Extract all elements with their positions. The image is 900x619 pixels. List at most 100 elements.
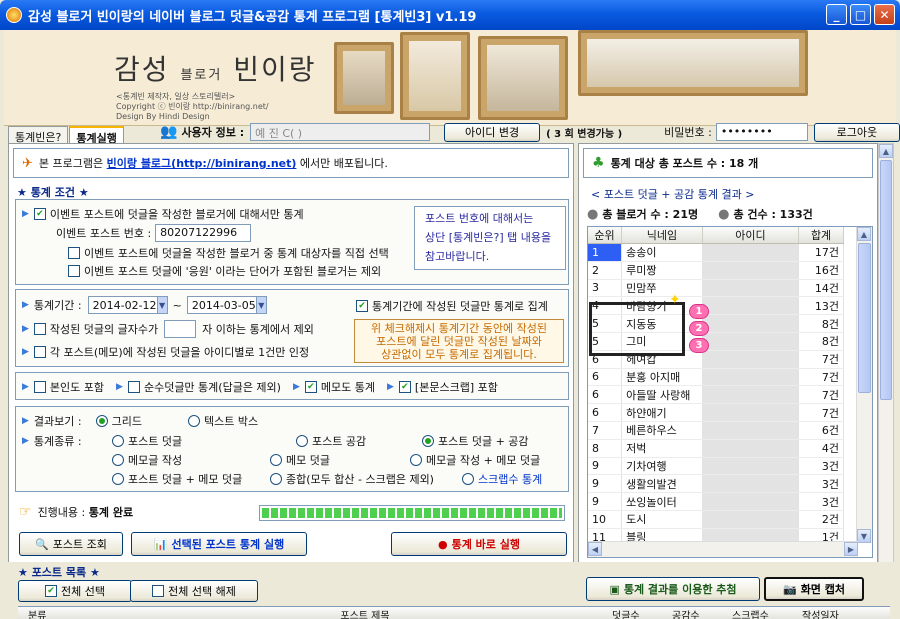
table-row[interactable]: 9 생활의발견 3건 [588, 474, 844, 494]
scroll-down-icon[interactable]: ▼ [857, 529, 871, 543]
main-vscroll[interactable]: ▲ [878, 143, 894, 603]
badge-2: 2 [689, 321, 709, 336]
nickname-cell: 생활의발견 [621, 474, 703, 494]
result-grid[interactable]: 순위 닉네임 아이디 합계 1 송송이 17건 2 루미짱 16건 3 민맘쭈 14건 4 바람향기… [587, 226, 873, 558]
scroll-up-icon[interactable]: ▲ [879, 144, 893, 158]
min-chars-input[interactable] [164, 320, 197, 338]
scroll-left-icon[interactable]: ◀ [588, 542, 602, 556]
type-post-memo-comment-radio[interactable] [112, 473, 124, 485]
table-row[interactable]: 9 기차여행 3건 [588, 457, 844, 476]
end-date-picker[interactable]: 2014-03-05 ▼ [186, 296, 267, 314]
rank-cell: 2 [588, 261, 623, 280]
start-date-picker[interactable]: 2014-02-12 ▼ [87, 296, 168, 314]
include-self-checkbox[interactable] [33, 381, 46, 393]
table-row[interactable]: 7 베른하우스 6건 [588, 421, 844, 440]
table-row[interactable]: 6 하얀애기 7건 [588, 403, 844, 422]
distribution-notice: ✈ 본 프로그램은 빈이랑 블로그(http://binirang.net) 에… [13, 148, 569, 178]
include-scrap-checkbox[interactable]: ✔ [398, 381, 411, 393]
type-memo-write-comment-radio[interactable] [410, 454, 422, 466]
type-scrap-radio[interactable] [462, 473, 474, 485]
id-cell [702, 314, 800, 333]
banner-photo-3 [478, 36, 568, 120]
close-button[interactable]: ✕ [874, 4, 895, 25]
run-now-button[interactable]: ● 통계 바로 실행 [391, 532, 567, 556]
table-row[interactable]: 10 도시 2건 [588, 510, 844, 529]
id-cell [702, 368, 800, 387]
col-rank[interactable]: 순위 [588, 227, 623, 244]
blog-link[interactable]: 빈이랑 블로그(http://binirang.net) [107, 155, 297, 171]
select-all-button[interactable]: ✔ 전체 선택 [18, 580, 132, 602]
period-section: ▶ 통계기간 : 2014-02-12 ▼ ~ 2014-03-05 ▼ ✔ 통계기간에… [15, 289, 569, 367]
nickname-cell: 아들딸 사랑해 [621, 385, 703, 405]
period-only-checkbox[interactable]: ✔ [356, 300, 368, 312]
chart-icon: 📊 [153, 537, 168, 551]
table-row[interactable]: 6 분홍 아지매 7건 [588, 368, 844, 387]
chevron-down-icon: ▼ [156, 297, 167, 313]
table-row[interactable]: 6 아들딸 사랑해 7건 [588, 385, 844, 405]
textbox-radio[interactable] [187, 415, 200, 427]
post-number-info: 포스트 번호에 대해서는 상단 [통계빈은?] 탭 내용을 참고바랍니다. [414, 206, 566, 270]
grid-vscroll[interactable]: ▲ ▼ [856, 227, 872, 543]
table-row[interactable]: 2 루미짱 16건 [588, 261, 844, 280]
rank-cell: 9 [588, 474, 623, 494]
col-id[interactable]: 아이디 [702, 227, 800, 244]
nickname-cell: 민맘쭈 [621, 279, 703, 298]
col-nickname[interactable]: 닉네임 [621, 227, 703, 244]
pure-only-checkbox[interactable] [127, 381, 140, 393]
arrow-icon: ▶ [22, 436, 29, 446]
exclude-cheer-checkbox[interactable] [68, 265, 80, 277]
type-memo-write-radio[interactable] [112, 454, 124, 466]
checkbox-empty-icon [152, 585, 165, 597]
post-search-button[interactable]: 🔍 포스트 조회 [19, 532, 123, 556]
tab-run[interactable]: 통계실행 [69, 126, 124, 145]
event-post-number-input[interactable]: 80207122996 [155, 224, 252, 242]
event-only-checkbox[interactable]: ✔ [33, 208, 46, 220]
table-row[interactable]: 9 쏘잉놀이터 3건 [588, 492, 844, 511]
maximize-button[interactable]: □ [850, 4, 871, 25]
scroll-up-icon[interactable]: ▲ [857, 227, 871, 241]
selected-run-button[interactable]: 📊 선택된 포스트 통계 실행 [131, 532, 307, 556]
total-cell: 13건 [798, 296, 844, 316]
id-cell [702, 296, 800, 316]
post-list-title: ★ 포스트 목록 ★ [18, 566, 100, 579]
chevron-down-icon: ▼ [255, 297, 266, 313]
one-per-id-checkbox[interactable] [33, 346, 46, 358]
tab-about[interactable]: 통계빈은? [8, 126, 69, 144]
nickname-cell: 하얀애기 [621, 403, 703, 422]
type-post-comment-like-radio[interactable] [422, 435, 434, 447]
type-post-like-radio[interactable] [296, 435, 308, 447]
total-cell: 7건 [798, 350, 844, 369]
password-field[interactable]: •••••••• [715, 123, 808, 141]
table-row[interactable]: 1 송송이 17건 [588, 243, 844, 262]
id-cell [702, 279, 800, 298]
id-cell [702, 385, 800, 405]
col-total[interactable]: 합계 [798, 227, 844, 244]
logout-button[interactable]: 로그아웃 [813, 122, 900, 142]
table-row[interactable]: 8 저벅 4건 [588, 439, 844, 458]
table-row[interactable]: 3 민맘쭈 14건 [588, 279, 844, 298]
deselect-all-button[interactable]: 전체 선택 해제 [130, 580, 258, 602]
main-scroll-thumb[interactable] [880, 160, 892, 400]
total-cell: 14건 [798, 279, 844, 298]
capture-button[interactable]: 📷 화면 캡처 [764, 577, 864, 601]
users-icon: 👥 [160, 124, 178, 140]
minimize-button[interactable]: _ [826, 4, 847, 25]
direct-select-checkbox[interactable] [68, 247, 80, 259]
include-memo-checkbox[interactable]: ✔ [304, 381, 317, 393]
type-post-comment-radio[interactable] [112, 435, 124, 447]
min-chars-checkbox[interactable] [33, 323, 46, 335]
grid-radio[interactable] [95, 415, 108, 427]
window-title: 감성 블로거 빈이랑의 네이버 블로그 덧글&공감 통계 프로그램 [통계빈3]… [28, 9, 477, 25]
grid-hscroll[interactable]: ◀ ▶ [588, 541, 858, 557]
rank-cell: 3 [588, 279, 623, 298]
grid-scroll-thumb[interactable] [858, 243, 871, 393]
type-total-radio[interactable] [270, 473, 282, 485]
id-cell [702, 350, 800, 369]
raffle-button[interactable]: ▣ 통계 결과를 이용한 추첨 [586, 577, 760, 601]
scroll-right-icon[interactable]: ▶ [844, 542, 858, 556]
change-id-button[interactable]: 아이디 변경 [444, 122, 541, 142]
tab-bar: 통계빈은? 통계실행 [8, 126, 125, 145]
id-cell [702, 457, 800, 476]
type-memo-comment-radio[interactable] [270, 454, 282, 466]
user-id-field[interactable]: 예 진 C( ) [250, 123, 431, 141]
